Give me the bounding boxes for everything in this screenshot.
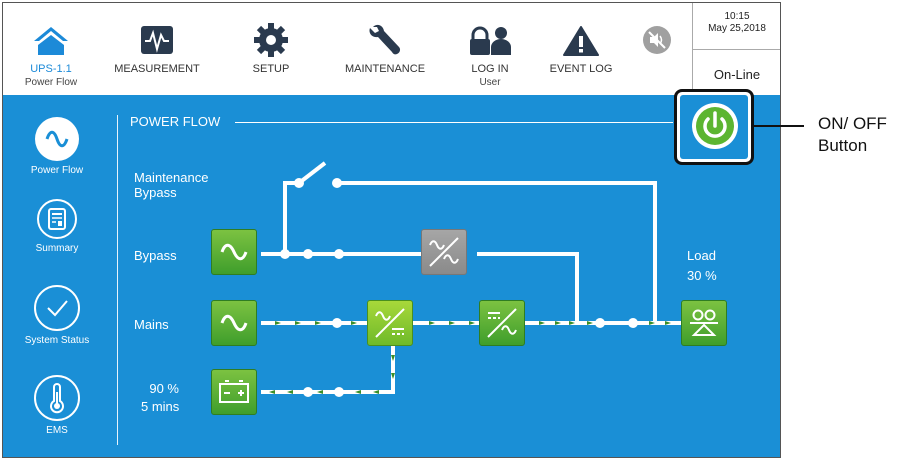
bypass-node-1: [280, 249, 290, 259]
mains-node-3: [332, 318, 342, 328]
maintenance-bypass-line2: Bypass: [134, 185, 177, 200]
switch-node-right: [332, 178, 342, 188]
rectifier-block[interactable]: [367, 300, 413, 346]
on-off-button-circle: [692, 103, 738, 149]
switch-node-left: [294, 178, 304, 188]
ac-ac-converter-icon: [429, 237, 459, 267]
mains-label: Mains: [134, 317, 169, 332]
flow-lines: [261, 161, 681, 394]
inverter-block[interactable]: [479, 300, 525, 346]
annotation-pointer-line: [752, 125, 804, 127]
bypass-node-3: [334, 249, 344, 259]
battery-percent: 90 %: [149, 381, 179, 396]
maintenance-bypass-line1: Maintenance: [134, 170, 209, 185]
mains-node-2: [628, 318, 638, 328]
sine-wave-icon: [220, 314, 248, 332]
inverter-icon: [487, 308, 517, 338]
mains-node-1: [595, 318, 605, 328]
annotation-line2: Button: [818, 136, 868, 155]
on-off-button-face: [680, 95, 748, 159]
rectifier-icon: [375, 308, 405, 338]
bypass-node-2: [303, 249, 313, 259]
bypass-label: Bypass: [134, 248, 177, 263]
on-off-annotation: ON/ OFF Button: [818, 113, 887, 157]
ups-screen: UPS-1.1 Power Flow MEASUREMENT SETUP MAI…: [2, 2, 781, 458]
battery-node-2: [303, 387, 313, 397]
static-switch-block[interactable]: [421, 229, 467, 275]
maintenance-bypass-label: Maintenance Bypass: [134, 170, 208, 200]
battery-block[interactable]: [211, 369, 257, 415]
load-label: Load: [687, 248, 716, 263]
annotation-line1: ON/ OFF: [818, 114, 887, 133]
flow-nodes: [280, 178, 638, 397]
mains-input-block[interactable]: [211, 300, 257, 346]
load-icon: [690, 309, 718, 336]
battery-time: 5 mins: [141, 399, 180, 414]
load-percent: 30 %: [687, 268, 717, 283]
sine-wave-icon: [220, 243, 248, 261]
battery-node-1: [334, 387, 344, 397]
battery-icon: [219, 380, 249, 403]
flow-arrows: [269, 321, 671, 394]
power-icon: [696, 107, 734, 145]
load-block[interactable]: [681, 300, 727, 346]
bypass-input-block[interactable]: [211, 229, 257, 275]
power-flow-diagram: [261, 161, 681, 397]
on-off-button[interactable]: [674, 89, 754, 165]
